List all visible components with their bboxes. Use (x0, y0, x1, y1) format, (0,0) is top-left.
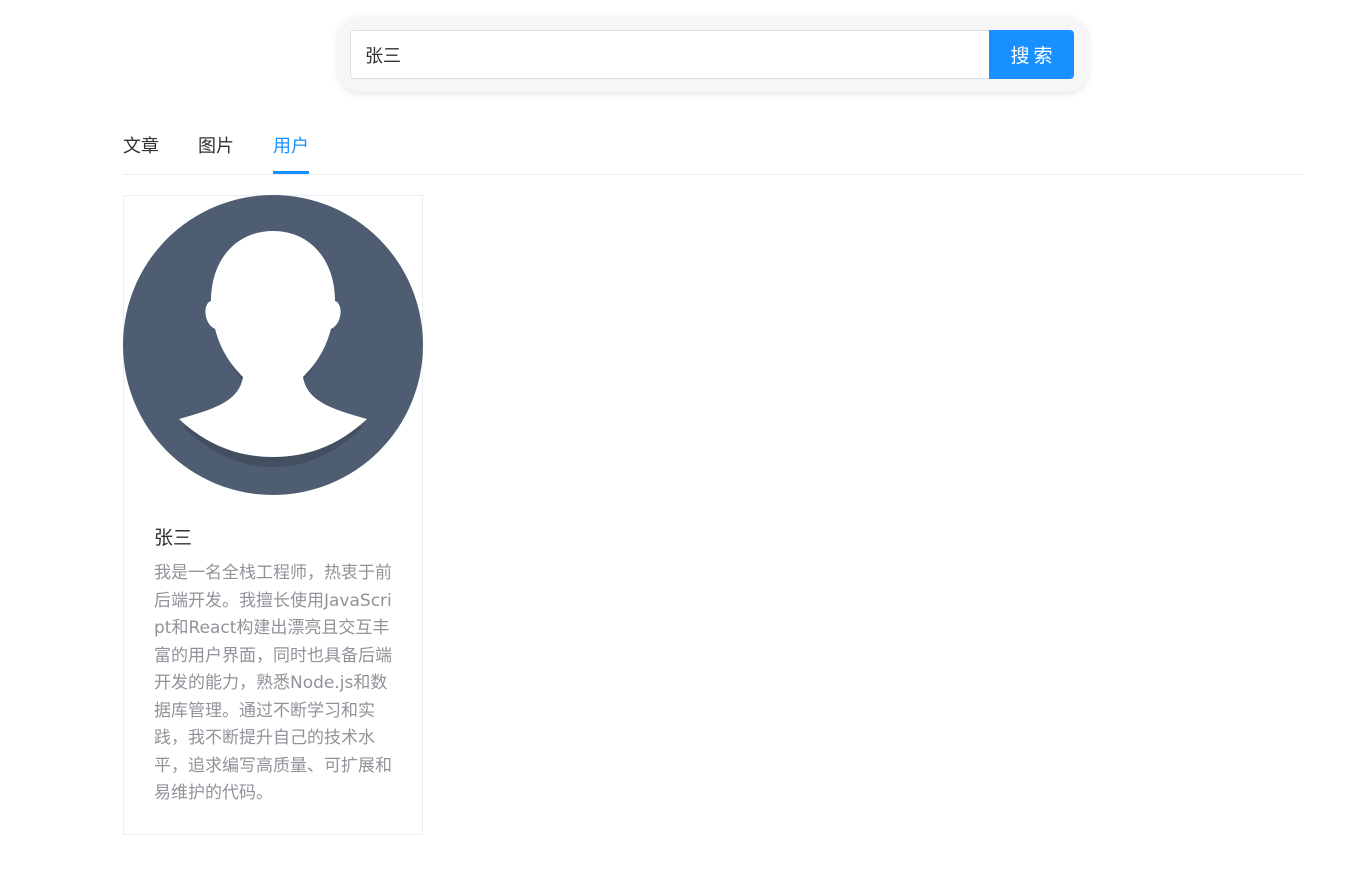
user-name[interactable]: 张三 (154, 523, 192, 550)
search-bar: 搜索 (338, 17, 1088, 92)
user-bio: 我是一名全栈工程师，热衷于前后端开发。我擅长使用JavaScript和React… (154, 563, 392, 803)
search-input[interactable] (350, 30, 990, 79)
tab-images[interactable]: 图片 (198, 132, 234, 174)
result-tabs: 文章 图片 用户 (123, 126, 1303, 175)
user-card[interactable]: 张三 我是一名全栈工程师，热衷于前后端开发。我擅长使用JavaScript和Re… (123, 195, 423, 835)
search-button[interactable]: 搜索 (989, 30, 1074, 79)
tab-users[interactable]: 用户 (273, 132, 309, 174)
default-user-avatar-icon (123, 195, 423, 495)
tab-articles[interactable]: 文章 (123, 132, 159, 174)
